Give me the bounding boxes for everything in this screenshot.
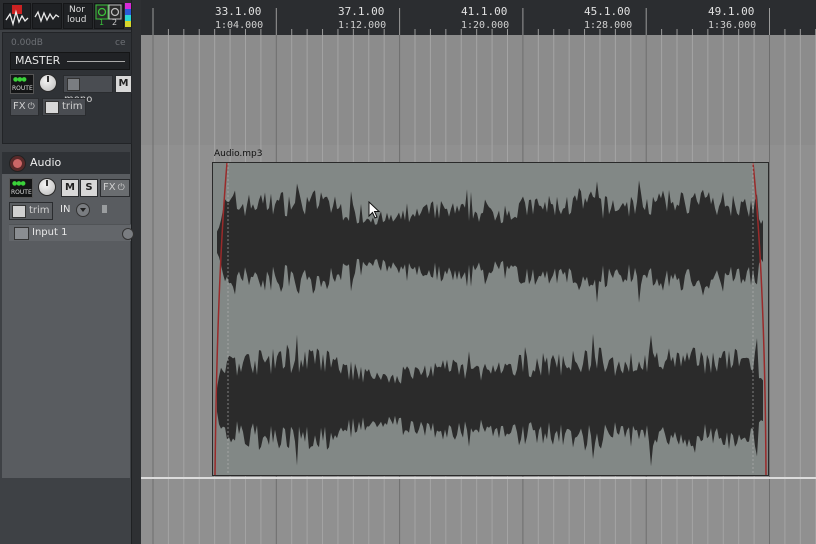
track-volume-knob[interactable] <box>38 178 56 196</box>
normalize-loudness-button[interactable]: Nor loud <box>63 3 93 29</box>
master-fx-button[interactable]: FX ⏻ <box>10 98 39 116</box>
ruler-bar-label: 45.1.00 <box>584 5 631 18</box>
master-trim-button[interactable]: trim <box>42 98 86 116</box>
waveform <box>214 163 767 475</box>
input-monitor-toggle[interactable] <box>76 203 90 217</box>
track-boundary-line <box>141 477 816 479</box>
indicator-2: 2 <box>112 18 118 27</box>
speaker-toggle[interactable] <box>100 203 112 215</box>
metronome-icon <box>5 5 29 27</box>
audio-track-panel: Audio ●●● ROUTE M S FX ⏻ trim IN Input 1 <box>2 152 134 478</box>
track-fx-button[interactable]: FX ⏻ <box>100 179 130 197</box>
ruler-bar-label: 37.1.00 <box>338 5 385 18</box>
metronome-button[interactable] <box>3 3 31 29</box>
master-trim-label: trim <box>62 101 83 112</box>
ruler-time-label: 1:28.000 <box>584 20 633 31</box>
audio-track-header: Audio <box>2 152 130 174</box>
track-route-button[interactable]: ●●● ROUTE <box>9 178 33 198</box>
ruler-bar-label: 41.1.00 <box>461 5 508 18</box>
ruler-bar-label: 33.1.00 <box>215 5 262 18</box>
speaker-icon <box>102 205 107 213</box>
toolbar: Nor loud 1 2 <box>0 0 141 30</box>
master-route-label: ROUTE <box>12 85 33 92</box>
record-arm-button[interactable] <box>9 155 26 172</box>
mono-icon <box>67 78 80 91</box>
media-item-label: Audio.mp3 <box>214 149 263 159</box>
track-fx-label: FX <box>103 182 116 193</box>
media-item[interactable] <box>212 162 769 476</box>
nor-label: Nor <box>69 5 85 15</box>
ruler-time-label: 1:20.000 <box>461 20 510 31</box>
chevron-down-icon <box>80 208 86 212</box>
track-route-label: ROUTE <box>11 189 32 196</box>
master-name: MASTER <box>15 54 61 67</box>
track-name[interactable]: Audio <box>30 156 61 169</box>
mouse-cursor-icon <box>368 201 381 219</box>
master-pan-readout: ce <box>115 38 126 48</box>
ruler-time-label: 1:12.000 <box>338 20 387 31</box>
waveform-icon <box>34 10 60 23</box>
record-mode-button[interactable]: 1 2 <box>94 3 124 29</box>
ruler-time-label: 1:36.000 <box>708 20 757 31</box>
track-input-label: Input 1 <box>32 227 68 238</box>
master-mono-button[interactable]: mono <box>63 75 113 105</box>
input-icon <box>14 227 29 240</box>
route-icon: ●●● <box>13 76 27 83</box>
track-mute-button[interactable]: M <box>61 179 79 197</box>
track-in-label[interactable]: IN <box>60 204 70 215</box>
master-mute-button[interactable]: M <box>115 75 132 93</box>
waveform-channel <box>217 180 763 303</box>
master-volume-readout: 0.00dB <box>11 38 43 48</box>
track-envelope-icon <box>12 205 26 218</box>
master-track-panel: 0.00dB ce MASTER ●●● ROUTE mono M FX⏻ tr… <box>2 32 132 144</box>
master-name-field[interactable]: MASTER <box>10 52 130 70</box>
master-name-underline <box>67 61 125 62</box>
indicator-1: 1 <box>99 18 105 27</box>
master-route-button[interactable]: ●●● ROUTE <box>10 74 34 94</box>
track-trim-button[interactable]: trim <box>9 202 53 220</box>
power-icon: ⏻ <box>27 102 35 112</box>
track-trim-label: trim <box>29 205 50 216</box>
input-chevron-icon <box>122 228 134 240</box>
loud-label: loud <box>67 15 87 25</box>
ruler-bar-label: 49.1.00 <box>708 5 755 18</box>
track-route-icon: ●●● <box>12 180 26 187</box>
master-fx-label: FX <box>13 101 26 112</box>
ruler-time-label: 1:04.000 <box>215 20 264 31</box>
master-volume-knob[interactable] <box>39 74 57 92</box>
track-input-select[interactable]: Input 1 <box>9 224 134 241</box>
envelope-icon <box>45 101 59 114</box>
track-fx-power-icon: ⏻ <box>117 183 125 193</box>
record-arm-icon <box>13 159 22 168</box>
track-solo-button[interactable]: S <box>80 179 98 197</box>
waveform-button[interactable] <box>32 3 62 29</box>
waveform-channel <box>217 333 763 467</box>
timeline-ruler[interactable]: 33.1.00 1:04.000 37.1.00 1:12.000 41.1.0… <box>141 0 816 35</box>
